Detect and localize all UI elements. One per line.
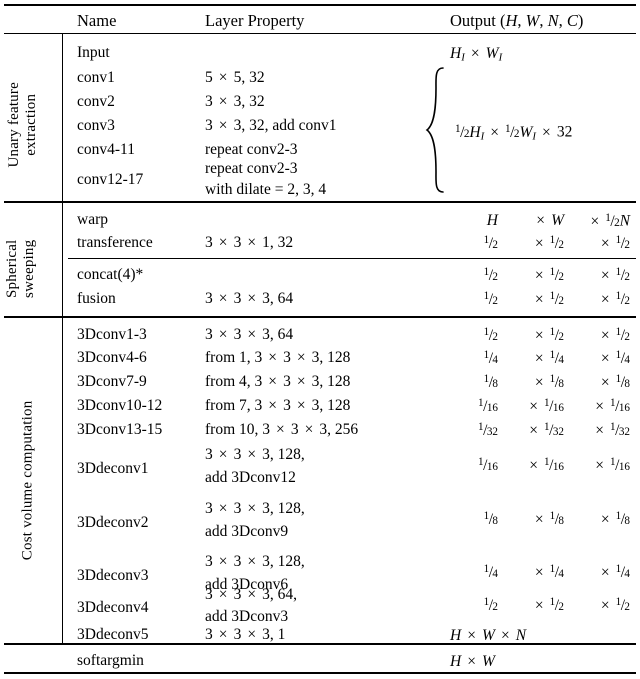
row-3ddeconv4-prop2: add 3Dconv3 [205, 608, 289, 625]
row-fusion-prop: 3 × 3 × 3, 64 [205, 290, 294, 307]
row-3ddeconv3-name: 3Ddeconv3 [77, 567, 149, 584]
row-conv2-prop: 3 × 3, 32 [205, 93, 265, 110]
row-conv3-prop: 3 × 3, 32, add conv1 [205, 117, 337, 134]
table-bottom-rule [4, 672, 636, 674]
network-architecture-table: Unary feature extraction Spherical sweep… [0, 0, 640, 679]
row-3dconv1-3-prop: 3 × 3 × 3, 64 [205, 326, 294, 343]
row-3ddeconv4-name: 3Ddeconv4 [77, 599, 149, 616]
row-3ddeconv3-prop: 3 × 3 × 3, 128, [205, 553, 305, 570]
row-3dconv1-3-name: 3Dconv1-3 [77, 326, 147, 343]
unary-brace-output-value: 1/2HI × 1/2WI × 32 [455, 123, 573, 143]
unary-output-brace [425, 66, 449, 194]
row-conv3-name: conv3 [77, 117, 115, 134]
row-conv4-11-prop: repeat conv2-3 [205, 141, 298, 158]
row-transference-prop: 3 × 3 × 1, 32 [205, 234, 294, 251]
row-warp-name: warp [77, 211, 108, 228]
row-conv12-17-prop2: with dilate = 2, 3, 4 [205, 181, 327, 198]
row-conv1-prop: 5 × 5, 32 [205, 69, 265, 86]
group-label-unary-line2: extraction [23, 93, 39, 156]
row-transference-name: transference [77, 234, 153, 251]
row-fusion-name: fusion [77, 290, 116, 307]
group-label-spherical-line2: sweeping [21, 239, 37, 298]
row-3dconv10-12-name: 3Dconv10-12 [77, 397, 163, 414]
row-input-name: Input [77, 44, 110, 61]
row-3dconv10-12-prop: from 7, 3 × 3 × 3, 128 [205, 397, 351, 414]
row-3dconv13-15-name: 3Dconv13-15 [77, 421, 163, 438]
row-3ddeconv5-prop: 3 × 3 × 3, 1 [205, 626, 286, 643]
row-conv4-11-name: conv4-11 [77, 141, 135, 158]
row-3dconv7-9-name: 3Dconv7-9 [77, 373, 147, 390]
row-3ddeconv4-prop: 3 × 3 × 3, 64, [205, 586, 297, 603]
row-3dconv13-15-prop: from 10, 3 × 3 × 3, 256 [205, 421, 359, 438]
header-layer-property: Layer Property [205, 11, 305, 30]
row-3ddeconv1-prop: 3 × 3 × 3, 128, [205, 446, 305, 463]
row-3ddeconv2-name: 3Ddeconv2 [77, 514, 149, 531]
section-rule-2 [4, 316, 636, 318]
group-label-unary-line1: Unary feature [6, 82, 23, 168]
row-3ddeconv5-output: H × W × N [450, 627, 527, 644]
row-3ddeconv2-prop2: add 3Dconv9 [205, 523, 289, 540]
subsection-rule-1 [68, 258, 636, 259]
row-3ddeconv5-name: 3Ddeconv5 [77, 626, 149, 643]
row-3dconv4-6-name: 3Dconv4-6 [77, 349, 147, 366]
group-label-spherical-sweeping: Spherical sweeping [0, 240, 86, 298]
row-softargmin-output: H × W [450, 653, 495, 670]
section-rule-1 [4, 201, 636, 203]
section-rule-3 [4, 643, 636, 645]
header-name: Name [77, 11, 117, 30]
row-conv2-name: conv2 [77, 93, 115, 110]
row-concat4-name: concat(4)* [77, 266, 144, 283]
row-input-output: HI × WI [450, 45, 503, 64]
row-3ddeconv2-prop: 3 × 3 × 3, 128, [205, 500, 305, 517]
row-conv12-17-name: conv12-17 [77, 171, 144, 188]
header-output: Output (H, W, N, C) [450, 11, 584, 30]
row-3dconv7-9-prop: from 4, 3 × 3 × 3, 128 [205, 373, 351, 390]
table-top-rule [4, 4, 636, 6]
row-3dconv4-6-prop: from 1, 3 × 3 × 3, 128 [205, 349, 351, 366]
row-softargmin-name: softargmin [77, 652, 144, 669]
row-3ddeconv1-name: 3Ddeconv1 [77, 460, 149, 477]
group-label-spherical-line1: Spherical [4, 239, 21, 299]
row-conv1-name: conv1 [77, 69, 115, 86]
header-rule [4, 33, 636, 34]
row-3ddeconv1-prop2: add 3Dconv12 [205, 469, 296, 486]
group-label-cost-text: Cost volume computation [19, 400, 36, 561]
row-conv12-17-prop: repeat conv2-3 [205, 160, 298, 177]
